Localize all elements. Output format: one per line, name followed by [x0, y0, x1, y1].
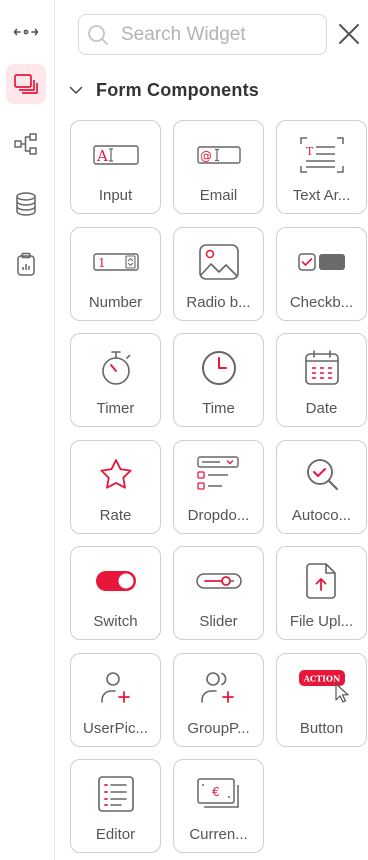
widget-input[interactable]: A Input	[70, 120, 161, 214]
widget-label: Rate	[99, 507, 132, 524]
widget-label: File Upl...	[289, 613, 354, 630]
file-upload-icon	[305, 563, 336, 599]
group-add-icon	[200, 672, 234, 703]
widget-slider[interactable]: Slider	[173, 546, 264, 640]
widget-label: Slider	[199, 613, 238, 630]
widget-email[interactable]: @ Email	[173, 120, 264, 214]
widget-label: Switch	[93, 613, 138, 630]
toggle-switch-icon	[95, 571, 136, 591]
widget-checkbox[interactable]: Checkb...	[276, 227, 367, 321]
layers-icon	[14, 74, 38, 94]
search-check-icon	[306, 459, 338, 490]
widget-autocomplete[interactable]: Autoco...	[276, 440, 367, 534]
widget-file-upload[interactable]: File Upl...	[276, 546, 367, 640]
widget-label: Editor	[95, 826, 136, 843]
editor-list-icon	[97, 776, 134, 812]
widget-label: Checkb...	[289, 294, 354, 311]
widget-label: Radio b...	[186, 294, 251, 311]
widget-label: Timer	[96, 400, 135, 417]
number-stepper-icon: 1	[92, 253, 139, 271]
widget-label: Date	[305, 400, 338, 417]
widget-label: Text Ar...	[292, 187, 351, 204]
search-box[interactable]	[78, 14, 327, 55]
star-icon	[100, 459, 131, 489]
input-icon: A	[92, 145, 139, 165]
widget-panel: Form Components A Input @ Email T Text A…	[56, 0, 368, 860]
action-badge-text: ACTION	[302, 674, 340, 684]
widget-label: Curren...	[189, 826, 248, 843]
image-icon	[198, 244, 239, 280]
close-icon[interactable]	[337, 22, 361, 46]
expand-collapse-button[interactable]	[6, 12, 46, 52]
slider-icon	[195, 573, 242, 589]
icon-rail	[0, 0, 55, 860]
widget-number[interactable]: 1 Number	[70, 227, 161, 321]
widget-label: Input	[98, 187, 133, 204]
widget-user-picker[interactable]: UserPic...	[70, 653, 161, 747]
widget-switch[interactable]: Switch	[70, 546, 161, 640]
action-button-icon: ACTION	[298, 670, 349, 703]
svg-text:1: 1	[98, 256, 106, 270]
widget-label: UserPic...	[82, 720, 148, 737]
widget-label: Dropdo...	[187, 507, 250, 524]
user-add-icon	[100, 672, 130, 703]
widget-textarea[interactable]: T Text Ar...	[276, 120, 367, 214]
clipboard-button[interactable]	[6, 244, 46, 284]
widget-label: GroupP...	[187, 720, 250, 737]
form-components-header[interactable]: Form Components	[68, 76, 259, 104]
stopwatch-icon	[101, 351, 130, 385]
search-input[interactable]	[121, 21, 317, 49]
database-button[interactable]	[6, 184, 46, 224]
dropdown-icon	[196, 456, 239, 490]
widget-label: Time	[202, 400, 235, 417]
email-field-icon: @	[196, 146, 241, 164]
clipboard-icon	[17, 252, 35, 276]
widget-editor[interactable]: Editor	[70, 759, 161, 853]
chevron-down-icon	[69, 86, 83, 94]
textarea-icon: T	[299, 137, 344, 173]
currency-symbol: €	[212, 785, 220, 799]
calendar-icon	[304, 350, 339, 385]
hierarchy-icon	[14, 133, 37, 155]
widget-timer[interactable]: Timer	[70, 333, 161, 427]
tree-button[interactable]	[6, 124, 46, 164]
widget-time[interactable]: Time	[173, 333, 264, 427]
widget-rate[interactable]: Rate	[70, 440, 161, 534]
widget-dropdown[interactable]: Dropdo...	[173, 440, 264, 534]
currency-icon: €	[196, 778, 239, 808]
widget-label: Button	[299, 720, 344, 737]
arrows-expand-icon	[13, 28, 39, 36]
widget-radio-button[interactable]: Radio b...	[173, 227, 264, 321]
svg-text:@: @	[200, 149, 212, 163]
widget-label: Email	[199, 187, 238, 204]
database-icon	[16, 192, 36, 216]
svg-text:T: T	[306, 145, 314, 158]
widget-label: Autoco...	[291, 507, 352, 524]
widgets-button[interactable]	[6, 64, 46, 104]
checkbox-icon	[297, 253, 345, 271]
clock-icon	[201, 351, 236, 385]
widget-date[interactable]: Date	[276, 333, 367, 427]
widget-button[interactable]: ACTION Button	[276, 653, 367, 747]
widget-currency[interactable]: € Curren...	[173, 759, 264, 853]
section-title: Form Components	[96, 79, 259, 100]
widget-label: Number	[88, 294, 143, 311]
svg-text:A: A	[96, 147, 108, 165]
search-icon	[88, 25, 108, 45]
widget-group-picker[interactable]: GroupP...	[173, 653, 264, 747]
